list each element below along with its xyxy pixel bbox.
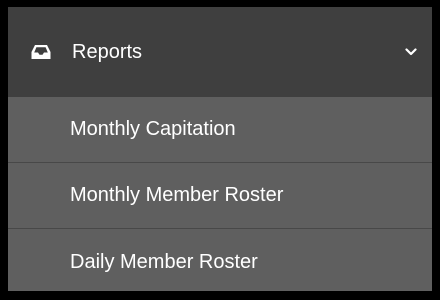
reports-label: Reports	[72, 40, 143, 63]
menu-item-monthly-capitation[interactable]: Monthly Capitation	[8, 97, 432, 163]
menu-item-label: Daily Member Roster	[70, 250, 258, 273]
menu-item-monthly-member-roster[interactable]: Monthly Member Roster	[8, 163, 432, 229]
menu-item-label: Monthly Capitation	[70, 118, 236, 140]
menu-item-label: Monthly Member Roster	[70, 184, 284, 206]
reports-menu: Reports Monthly Capitation Monthly Membe…	[8, 7, 432, 291]
menu-item-daily-member-roster[interactable]: Daily Member Roster	[8, 229, 432, 295]
inbox-icon	[31, 43, 51, 61]
reports-menu-header[interactable]: Reports	[8, 7, 432, 97]
chevron-down-icon[interactable]	[404, 45, 418, 59]
